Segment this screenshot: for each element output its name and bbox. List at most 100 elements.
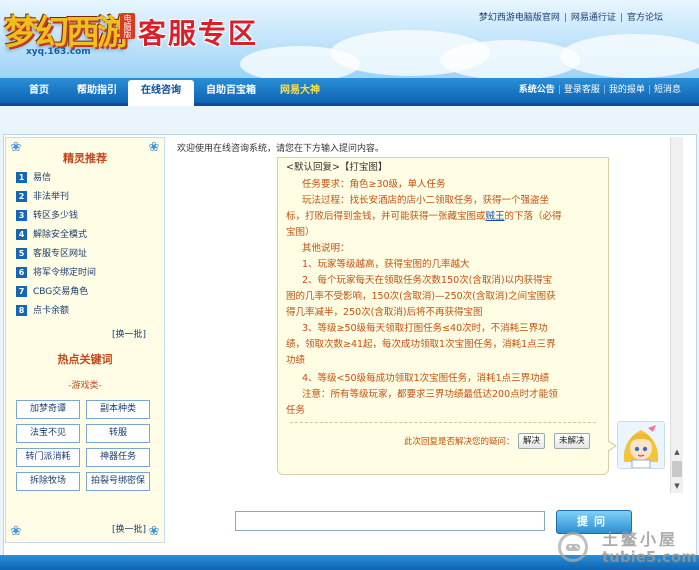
scroll-down-icon[interactable]: ▼ — [672, 481, 682, 491]
reply-line: 任务要求：角色≥30级，单人任务 — [302, 179, 446, 190]
keyword-button[interactable]: 转门派消耗 — [16, 448, 80, 467]
reply-line: 其他说明： — [302, 243, 350, 254]
reply-line: 宝图） — [286, 227, 315, 238]
reply-line: 得几率减半，250次(含取消)后将不再获得宝图 — [286, 307, 483, 318]
item-number: 8 — [16, 305, 27, 316]
reply-text: 标，打败后得到金钱，并可能获得一张藏宝图或 — [286, 211, 486, 222]
separator: | — [647, 85, 651, 95]
keyword-button[interactable]: 拆除牧场 — [16, 472, 80, 491]
reply-line: 图的几率不受影响，150次(含取消)—250次(含取消)之间宝图获 — [286, 291, 556, 302]
hot-keywords-title: 热点关键词 — [57, 353, 113, 366]
bubble-tail — [607, 441, 615, 451]
reply-line: 1、玩家等级越高，获得宝图的几率越大 — [302, 259, 470, 270]
recommend-item-label: 转区多少钱 — [33, 211, 79, 221]
refresh-recommend-link[interactable]: [换一批] — [112, 327, 146, 340]
keyword-button[interactable]: 拍裂号绑密保 — [86, 472, 150, 491]
scroll-up-icon[interactable]: ▲ — [672, 447, 682, 457]
passport-link[interactable]: 网易通行证 — [571, 13, 616, 23]
login-service-link[interactable]: 登录客服 — [564, 85, 600, 95]
keyword-button[interactable]: 加梦奇谭 — [16, 400, 80, 419]
recommend-item-label: 易信 — [33, 173, 52, 183]
reply-line: 4、等级<50级每成功领取1次宝图任务，消耗1点三界功绩 — [302, 373, 550, 384]
corner-ornament-icon: ❀ — [10, 524, 22, 539]
recommend-item[interactable]: 2 非法举刊 — [16, 189, 69, 205]
keyword-button[interactable]: 法宝不见 — [16, 424, 80, 443]
recommend-item-label: 非法举刊 — [33, 192, 70, 202]
official-site-link[interactable]: 梦幻西游电脑版官网 — [479, 13, 560, 23]
watermark-url: tubie5.com — [602, 548, 697, 566]
resolve-question: 此次回复是否解决您的疑问： — [404, 437, 515, 447]
forum-link[interactable]: 官方论坛 — [627, 13, 663, 23]
main-nav: 首页 帮助指引 在线咨询 自助百宝箱 网易大神 系统公告 | 登录客服 | 我的报单 | 短… — [0, 78, 699, 106]
recommend-item-label: CBG交易角色 — [33, 287, 89, 297]
reply-line: 任务 — [286, 405, 306, 416]
separator: | — [557, 85, 561, 95]
cloud-decoration — [560, 34, 699, 78]
gamepad-icon — [558, 532, 588, 562]
system-notice-link[interactable]: 系统公告 — [519, 85, 555, 95]
recommend-item[interactable]: 1 易信 — [16, 170, 51, 186]
recommend-item[interactable]: 8 点卡余额 — [16, 303, 69, 319]
reply-line: 注意：所有等级玩家，都要求三界功绩最低达200点时才能领 — [302, 389, 558, 400]
nav-help-guide[interactable]: 帮助指引 — [68, 78, 126, 103]
corner-ornament-icon: ❀ — [148, 524, 160, 539]
boss-link[interactable]: 贼王 — [486, 211, 505, 222]
item-number: 7 — [16, 286, 27, 297]
unresolved-button[interactable]: 未解决 — [554, 433, 590, 449]
keyword-button[interactable]: 神器任务 — [86, 448, 150, 467]
item-number: 5 — [16, 248, 27, 259]
service-sprite-avatar — [617, 421, 665, 469]
logo-url: xyq.163.com — [26, 47, 91, 57]
question-input[interactable] — [235, 511, 545, 531]
nav-online-consult[interactable]: 在线咨询 — [128, 80, 194, 106]
separator: | — [563, 13, 567, 23]
nav-netease-dashen[interactable]: 网易大神 — [272, 78, 328, 103]
chat-scrollbar[interactable]: ▲ ▼ — [670, 137, 683, 493]
resolved-button[interactable]: 解决 — [518, 433, 546, 449]
reply-line: 3、等级≥50级每天领取打图任务≤40次时，不消耗三界功 — [302, 323, 548, 334]
recommend-item[interactable]: 7 CBG交易角色 — [16, 284, 88, 300]
recommend-title: 精灵推荐 — [63, 152, 107, 165]
sprite-avatar-icon — [618, 422, 664, 468]
recommend-item[interactable]: 4 解除安全模式 — [16, 227, 87, 243]
reply-line: 功绩 — [286, 355, 306, 366]
recommend-item-label: 解除安全模式 — [33, 230, 88, 240]
recommend-item[interactable]: 5 客服专区网址 — [16, 246, 87, 262]
item-number: 2 — [16, 191, 27, 202]
nav-right-links: 系统公告 | 登录客服 | 我的报单 | 短消息 — [519, 78, 681, 103]
refresh-keywords-link[interactable]: [换一批] — [112, 522, 146, 535]
reply-line: 标，打败后得到金钱，并可能获得一张藏宝图或贼王的下落（必得 — [286, 209, 602, 224]
item-number: 4 — [16, 229, 27, 240]
reply-text: 的下落（必得 — [504, 211, 562, 222]
recommend-item-label: 点卡余额 — [33, 306, 70, 316]
keyword-button[interactable]: 转服 — [86, 424, 150, 443]
page-title: 客服专区 — [138, 17, 259, 50]
scroll-thumb[interactable] — [672, 461, 682, 477]
item-number: 1 — [16, 172, 27, 183]
separator: | — [619, 13, 623, 23]
reply-line: 玩法过程：找长安酒店的店小二领取任务，获得一个强盗坐 — [302, 195, 550, 206]
bubble-divider — [290, 422, 596, 423]
game-logo[interactable]: 梦幻西游 电脑版 xyq.163.com — [4, 3, 135, 61]
header-banner: 梦幻西游 电脑版 xyq.163.com 客服专区 梦幻西游电脑版官网 | 网易通行… — [0, 0, 699, 78]
welcome-message: 欢迎使用在线咨询系统，请您在下方输入提问内容。 — [177, 144, 385, 154]
gamepad-glyph-icon — [566, 544, 580, 551]
reply-line: 绩，领取次数≥41起，每次成功领取1次宝图任务，消耗1点三界 — [286, 339, 556, 350]
sidebar: ❀ ❀ ❀ ❀ 精灵推荐 1 易信 2 非法举刊 3 转区多少钱 4 解除安全模式 5客… — [5, 137, 165, 543]
recommend-item[interactable]: 6 将军令绑定时间 — [16, 265, 96, 281]
nav-home[interactable]: 首页 — [18, 78, 60, 103]
my-tickets-link[interactable]: 我的报单 — [609, 85, 645, 95]
item-number: 6 — [16, 267, 27, 278]
game-category-label: -游戏类- — [68, 381, 102, 391]
separator: | — [602, 85, 606, 95]
recommend-item[interactable]: 3 转区多少钱 — [16, 208, 78, 224]
messages-link[interactable]: 短消息 — [654, 85, 681, 95]
nav-self-service[interactable]: 自助百宝箱 — [200, 78, 262, 103]
reply-bubble: <默认回复>【打宝图】 任务要求：角色≥30级，单人任务 玩法过程：找长安酒店的… — [277, 157, 617, 475]
keyword-button[interactable]: 副本种类 — [86, 400, 150, 419]
logo-badge: 电脑版 — [120, 13, 135, 39]
reply-title: <默认回复>【打宝图】 — [286, 162, 388, 173]
reply-line: 2、每个玩家每天在领取任务次数150次(含取消)以内获得宝 — [302, 275, 553, 286]
watermark-title: 土鳖小屋 — [602, 530, 679, 549]
cloud-decoration — [440, 40, 580, 78]
